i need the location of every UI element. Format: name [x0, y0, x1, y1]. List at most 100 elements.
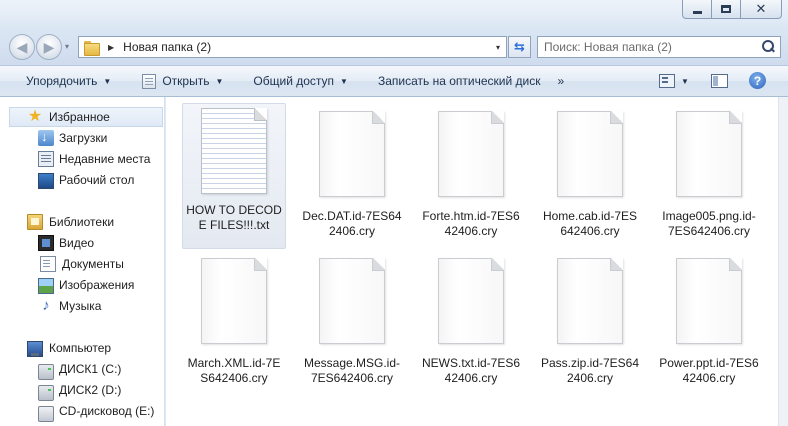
- file-item[interactable]: Power.ppt.id-7ES642406.cry: [657, 250, 761, 396]
- nav-item-label: Музыка: [59, 299, 102, 313]
- file-item[interactable]: Home.cab.id-7ES642406.cry: [538, 103, 642, 249]
- refresh-button[interactable]: ⇆: [508, 36, 531, 58]
- blank-file-icon: [319, 111, 385, 197]
- close-icon: ✕: [755, 1, 767, 16]
- maximize-button[interactable]: [711, 0, 741, 19]
- open-button[interactable]: Открыть ▼: [142, 66, 223, 96]
- back-button[interactable]: ◀: [9, 34, 35, 60]
- file-list: HOW TO DECODE FILES!!!.txt Dec.DAT.id-7E…: [166, 97, 778, 426]
- share-label: Общий доступ: [253, 74, 335, 88]
- nav-item-desktop[interactable]: Рабочий стол: [0, 170, 164, 190]
- nav-item-music[interactable]: ♪ Музыка: [0, 296, 164, 316]
- video-icon: [38, 235, 54, 251]
- chevron-down-icon: ▼: [103, 76, 112, 86]
- nav-computer-label: Компьютер: [49, 341, 112, 355]
- nav-item-pictures[interactable]: Изображения: [0, 275, 164, 295]
- cd-drive-icon: [38, 405, 54, 422]
- file-name: March.XML.id-7ES642406.cry: [187, 356, 281, 385]
- nav-item-label: ДИСК1 (C:): [59, 362, 122, 376]
- blank-file-icon: [557, 111, 623, 197]
- file-name: Dec.DAT.id-7ES642406.cry: [302, 209, 402, 238]
- more-commands-button[interactable]: »: [557, 66, 564, 96]
- file-item[interactable]: Message.MSG.id-7ES642406.cry: [300, 250, 404, 396]
- forward-button[interactable]: ▶: [36, 34, 62, 60]
- file-item[interactable]: Forte.htm.id-7ES642406.cry: [419, 103, 523, 249]
- chevron-down-icon: ▼: [340, 76, 348, 86]
- nav-item-drive-c[interactable]: ДИСК1 (C:): [0, 359, 164, 380]
- file-item[interactable]: Image005.png.id-7ES642406.cry: [657, 103, 761, 249]
- nav-item-label: Изображения: [59, 278, 135, 292]
- nav-item-label: Рабочий стол: [59, 173, 135, 187]
- folder-icon: [84, 40, 100, 56]
- change-view-icon[interactable]: [659, 74, 675, 88]
- minimize-button[interactable]: [682, 0, 712, 19]
- breadcrumb-current-folder[interactable]: Новая папка (2): [123, 40, 211, 54]
- search-icon[interactable]: [760, 39, 776, 55]
- drive-icon: [38, 363, 54, 380]
- file-item[interactable]: NEWS.txt.id-7ES642406.cry: [419, 250, 523, 396]
- file-name: NEWS.txt.id-7ES642406.cry: [421, 356, 521, 385]
- view-options-dropdown-icon[interactable]: ▼: [681, 77, 689, 86]
- organize-label: Упорядочить: [26, 74, 98, 88]
- blank-file-icon: [438, 258, 504, 344]
- open-file-icon: [142, 73, 157, 89]
- share-button[interactable]: Общий доступ ▼: [253, 66, 348, 96]
- nav-item-label: CD-дисковод (E:): [59, 404, 155, 418]
- blank-file-icon: [319, 258, 385, 344]
- nav-item-drive-d[interactable]: ДИСК2 (D:): [0, 380, 164, 401]
- breadcrumb-chevron-icon[interactable]: ▶: [108, 43, 114, 52]
- vertical-scrollbar[interactable]: [778, 97, 788, 426]
- recent-pages-dropdown[interactable]: ▾: [65, 42, 69, 51]
- blank-file-icon: [676, 111, 742, 197]
- nav-item-label: Недавние места: [59, 152, 151, 166]
- search-input[interactable]: [538, 37, 760, 57]
- address-bar[interactable]: ▶ Новая папка (2) ▾: [78, 36, 507, 58]
- nav-item-label: Видео: [59, 236, 95, 250]
- nav-item-downloads[interactable]: Загрузки: [0, 128, 164, 148]
- refresh-icon: ⇆: [514, 39, 525, 54]
- nav-computer[interactable]: Компьютер: [0, 338, 164, 358]
- file-name: Power.ppt.id-7ES642406.cry: [659, 356, 759, 385]
- nav-libraries-label: Библиотеки: [49, 215, 115, 229]
- nav-favorites[interactable]: ★ Избранное: [9, 107, 163, 127]
- preview-pane-icon[interactable]: [711, 74, 728, 88]
- computer-icon: [27, 340, 43, 357]
- forward-arrow-icon: ▶: [43, 38, 55, 55]
- nav-item-label: Загрузки: [59, 131, 108, 145]
- recent-places-icon: [38, 151, 54, 167]
- file-name: HOW TO DECODE FILES!!!.txt: [186, 203, 282, 232]
- close-button[interactable]: ✕: [740, 0, 782, 19]
- burn-label: Записать на оптический диск: [377, 74, 541, 88]
- libraries-icon: [27, 214, 43, 230]
- file-name: Message.MSG.id-7ES642406.cry: [303, 356, 401, 385]
- file-name: Image005.png.id-7ES642406.cry: [662, 209, 756, 238]
- nav-item-label: ДИСК2 (D:): [59, 383, 122, 397]
- search-box[interactable]: [537, 36, 781, 58]
- file-item[interactable]: March.XML.id-7ES642406.cry: [182, 250, 286, 396]
- pictures-icon: [38, 277, 54, 294]
- file-name: Forte.htm.id-7ES642406.cry: [422, 209, 520, 238]
- organize-button[interactable]: Упорядочить ▼: [26, 66, 111, 96]
- minimize-icon: [692, 10, 702, 14]
- file-item[interactable]: Pass.zip.id-7ES642406.cry: [538, 250, 642, 396]
- back-arrow-icon: ◀: [16, 38, 28, 55]
- nav-item-cd-drive[interactable]: CD-дисковод (E:): [0, 401, 164, 422]
- nav-item-video[interactable]: Видео: [0, 233, 164, 253]
- blank-file-icon: [676, 258, 742, 344]
- nav-item-documents[interactable]: Документы: [0, 254, 164, 274]
- nav-item-label: Документы: [62, 257, 124, 271]
- nav-item-recent-places[interactable]: Недавние места: [0, 149, 164, 169]
- nav-libraries[interactable]: Библиотеки: [0, 212, 164, 232]
- more-commands-icon: »: [557, 74, 565, 88]
- address-dropdown-icon[interactable]: ▾: [496, 43, 500, 52]
- maximize-icon: [721, 5, 731, 13]
- file-name: Pass.zip.id-7ES642406.cry: [540, 356, 640, 385]
- window-header: ✕ ◀ ▶ ▾ ▶ Новая папка (2) ▾ ⇆: [0, 0, 788, 66]
- file-item[interactable]: HOW TO DECODE FILES!!!.txt: [182, 103, 286, 249]
- music-icon: ♪: [42, 297, 50, 314]
- downloads-icon: [38, 129, 54, 146]
- navigation-pane: ★ Избранное Загрузки Недавние места Рабо…: [0, 97, 165, 426]
- help-icon[interactable]: ?: [749, 72, 766, 89]
- file-item[interactable]: Dec.DAT.id-7ES642406.cry: [300, 103, 404, 249]
- burn-to-disc-button[interactable]: Записать на оптический диск: [378, 66, 541, 96]
